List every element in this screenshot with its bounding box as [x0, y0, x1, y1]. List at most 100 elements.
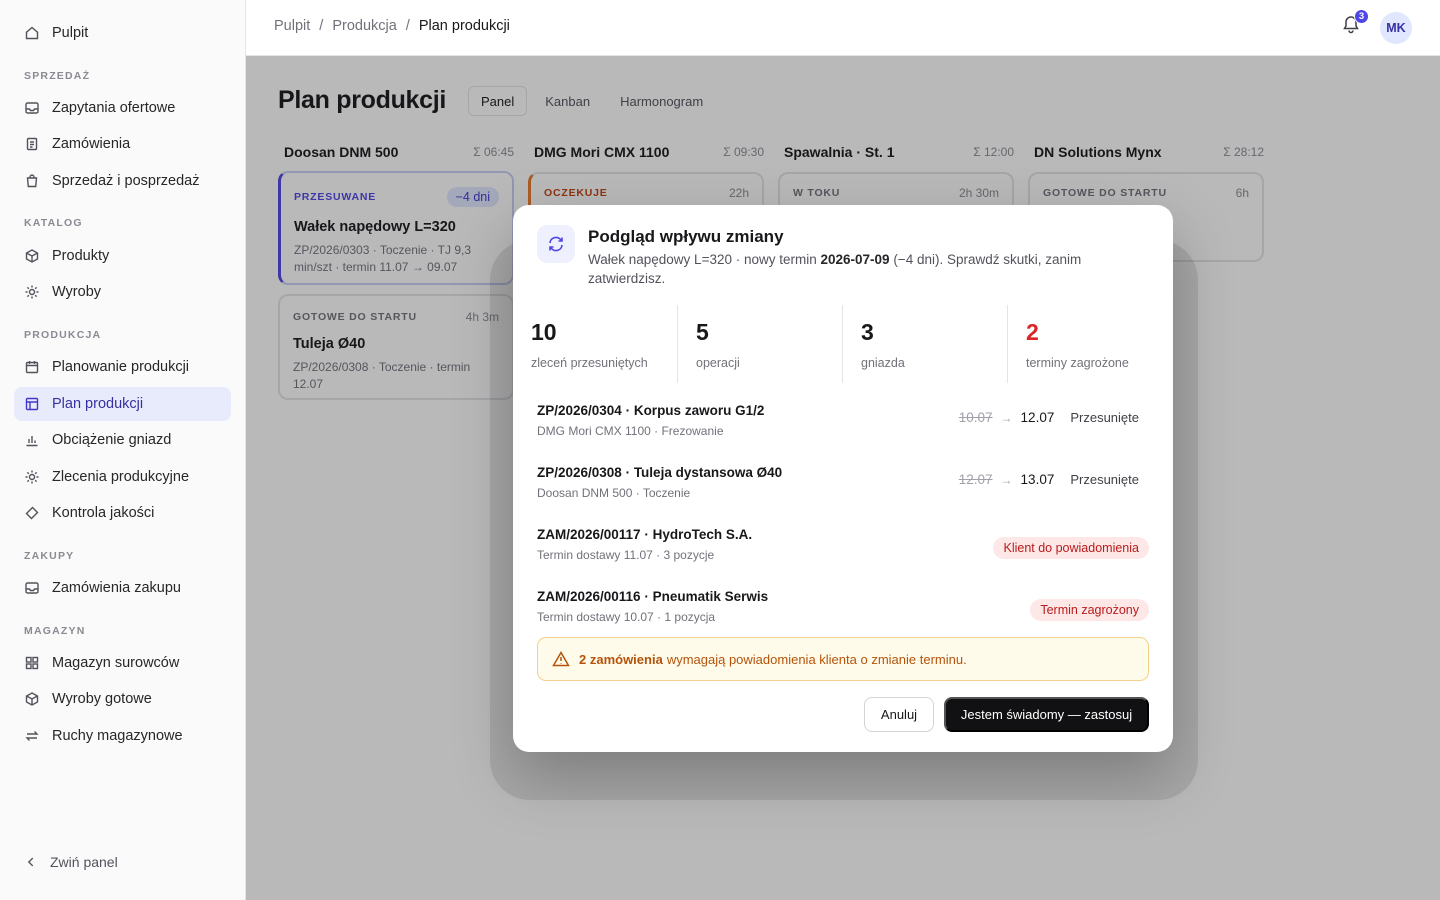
old-date: 12.07	[958, 472, 993, 487]
dialog-title: Podgląd wpływu zmiany	[588, 227, 784, 246]
sidebar-item-products[interactable]: Produkty	[14, 239, 231, 273]
row-title: ZAM/2026/00117 · HydroTech S.A.	[537, 527, 753, 542]
breadcrumb-item-current: Plan produkcji	[418, 18, 510, 34]
new-date: 12.07	[1020, 410, 1055, 425]
sidebar-item-movements[interactable]: Ruchy magazynowe	[14, 719, 231, 753]
breadcrumb-separator: /	[319, 18, 324, 34]
new-date: 13.07	[1020, 472, 1055, 487]
impact-row: ZAM/2026/00117 · HydroTech S.A. Termin d…	[537, 527, 1149, 577]
sidebar-item-label: Wyroby gotowe	[52, 691, 152, 707]
row-status: Przesunięte	[1070, 472, 1139, 487]
cancel-button[interactable]: Anuluj	[864, 697, 934, 732]
box-icon	[24, 691, 40, 707]
sidebar-item-label: Produkty	[52, 248, 110, 264]
stat-card: 2 terminy zagrożone	[1008, 305, 1173, 383]
sidebar-item-label: Zamówienia zakupu	[52, 580, 181, 596]
stat-card: 5 operacji	[678, 305, 843, 383]
sidebar-item-orders[interactable]: Zamówienia	[14, 127, 231, 161]
stat-value: 10	[531, 319, 557, 345]
avatar[interactable]: MK	[1380, 12, 1412, 44]
sidebar-item-plan[interactable]: Plan produkcji	[14, 387, 231, 421]
breadcrumb-separator: /	[405, 18, 410, 34]
breadcrumb-item-produkcja[interactable]: Produkcja	[332, 18, 396, 34]
sidebar-item-load[interactable]: Obciążenie gniazd	[14, 423, 231, 457]
arrow-right-icon: →	[1000, 410, 1013, 425]
clipboard-icon	[24, 136, 40, 152]
desc-prefix: Wałek napędowy L=320 · nowy termin	[588, 252, 821, 267]
stat-value: 2	[1026, 319, 1039, 345]
sidebar-item-raw-materials[interactable]: Magazyn surowców	[14, 646, 231, 680]
stat-label: zleceń przesuniętych	[531, 356, 648, 370]
home-icon	[24, 25, 40, 41]
old-date: 10.07	[958, 410, 993, 425]
collapse-panel-label: Zwiń panel	[50, 854, 118, 870]
sidebar-item-label: Zlecenia produkcyjne	[52, 469, 190, 485]
warning-alert: 2 zamówienia wymagają powiadomienia klie…	[537, 637, 1149, 681]
date-change: 10.07 → 12.07 Przesunięte	[959, 410, 1139, 425]
bar-chart-icon	[24, 432, 40, 448]
dialog-description: Wałek napędowy L=320 · nowy termin 2026-…	[588, 250, 1128, 288]
date-change: 12.07 → 13.07 Przesunięte	[959, 472, 1139, 487]
status-badge: Klient do powiadomienia	[993, 537, 1149, 559]
breadcrumb: Pulpit / Produkcja / Plan produkcji	[274, 18, 510, 34]
gear-icon	[24, 469, 40, 485]
sidebar-item-label: Wyroby	[52, 284, 102, 300]
collapse-panel-button[interactable]: Zwiń panel	[24, 854, 118, 870]
inbox-icon	[24, 580, 40, 596]
row-title: ZP/2026/0304 · Korpus zaworu G1/2	[537, 403, 765, 418]
swap-icon	[24, 728, 40, 744]
sidebar-item-purchase-orders[interactable]: Zamówienia zakupu	[14, 571, 231, 605]
impact-preview-dialog: Podgląd wpływu zmiany Wałek napędowy L=3…	[513, 205, 1173, 752]
sidebar-item-label: Magazyn surowców	[52, 655, 180, 671]
sidebar-item-label: Zamówienia	[52, 136, 131, 152]
sidebar-item-sales[interactable]: Sprzedaż i posprzedaż	[14, 164, 231, 198]
sidebar-item-label: Planowanie produkcji	[52, 359, 190, 375]
sidebar-item-work-orders[interactable]: Zlecenia produkcyjne	[14, 460, 231, 494]
sidebar-item-finished-goods[interactable]: Wyroby gotowe	[14, 682, 231, 716]
stat-label: operacji	[696, 356, 740, 370]
row-title: ZP/2026/0308 · Tuleja dystansowa Ø40	[537, 465, 783, 480]
section-label-warehouse: MAGAZYN	[24, 625, 86, 637]
chevron-left-icon	[24, 855, 38, 869]
impact-row: ZAM/2026/00116 · Pneumatik Serwis Termin…	[537, 589, 1149, 639]
sidebar-item-pulpit[interactable]: Pulpit	[14, 16, 231, 50]
sidebar-item-planning[interactable]: Planowanie produkcji	[14, 350, 231, 384]
stat-card: 10 zleceń przesuniętych	[513, 305, 678, 383]
status-badge: Termin zagrożony	[1030, 599, 1149, 621]
stat-card: 3 gniazda	[843, 305, 1008, 383]
stat-value: 3	[861, 319, 874, 345]
section-label-purchasing: ZAKUPY	[24, 550, 75, 562]
sidebar-item-label: Pulpit	[52, 25, 89, 41]
sun-gear-icon	[24, 284, 40, 300]
sidebar-item-label: Kontrola jakości	[52, 505, 155, 521]
desc-date: 2026-07-09	[820, 252, 890, 267]
sidebar-item-label: Plan produkcji	[52, 396, 144, 412]
breadcrumb-item-pulpit[interactable]: Pulpit	[274, 18, 310, 34]
apply-button[interactable]: Jestem świadomy — zastosuj	[944, 697, 1149, 732]
impact-row: ZP/2026/0308 · Tuleja dystansowa Ø40 Doo…	[537, 465, 1149, 515]
sidebar: Pulpit SPRZEDAŻ Zapytania ofertowe Zamów…	[0, 0, 246, 900]
stat-label: terminy zagrożone	[1026, 356, 1129, 370]
layout-icon	[24, 396, 40, 412]
row-subtitle: Termin dostawy 10.07 · 1 pozycja	[537, 610, 716, 624]
inbox-icon	[24, 100, 40, 116]
sidebar-item-goods[interactable]: Wyroby	[14, 275, 231, 309]
row-subtitle: Termin dostawy 11.07 · 3 pozycje	[537, 548, 715, 562]
row-subtitle: DMG Mori CMX 1100 · Frezowanie	[537, 424, 724, 438]
section-label-catalog: KATALOG	[24, 217, 83, 229]
bag-icon	[24, 173, 40, 189]
sidebar-item-label: Obciążenie gniazd	[52, 432, 172, 448]
section-label-sales: SPRZEDAŻ	[24, 70, 91, 82]
sidebar-item-quality[interactable]: Kontrola jakości	[14, 496, 231, 530]
row-subtitle: Doosan DNM 500 · Toczenie	[537, 486, 691, 500]
refresh-icon	[537, 225, 575, 263]
sidebar-item-label: Ruchy magazynowe	[52, 728, 183, 744]
impact-row: ZP/2026/0304 · Korpus zaworu G1/2 DMG Mo…	[537, 403, 1149, 453]
arrow-right-icon: →	[1000, 472, 1013, 487]
sidebar-item-inquiries[interactable]: Zapytania ofertowe	[14, 91, 231, 125]
row-status: Przesunięte	[1070, 410, 1139, 425]
tag-icon	[24, 505, 40, 521]
topbar: Pulpit / Produkcja / Plan produkcji 3 MK	[246, 0, 1440, 56]
grid-icon	[24, 655, 40, 671]
warning-icon	[552, 650, 570, 668]
